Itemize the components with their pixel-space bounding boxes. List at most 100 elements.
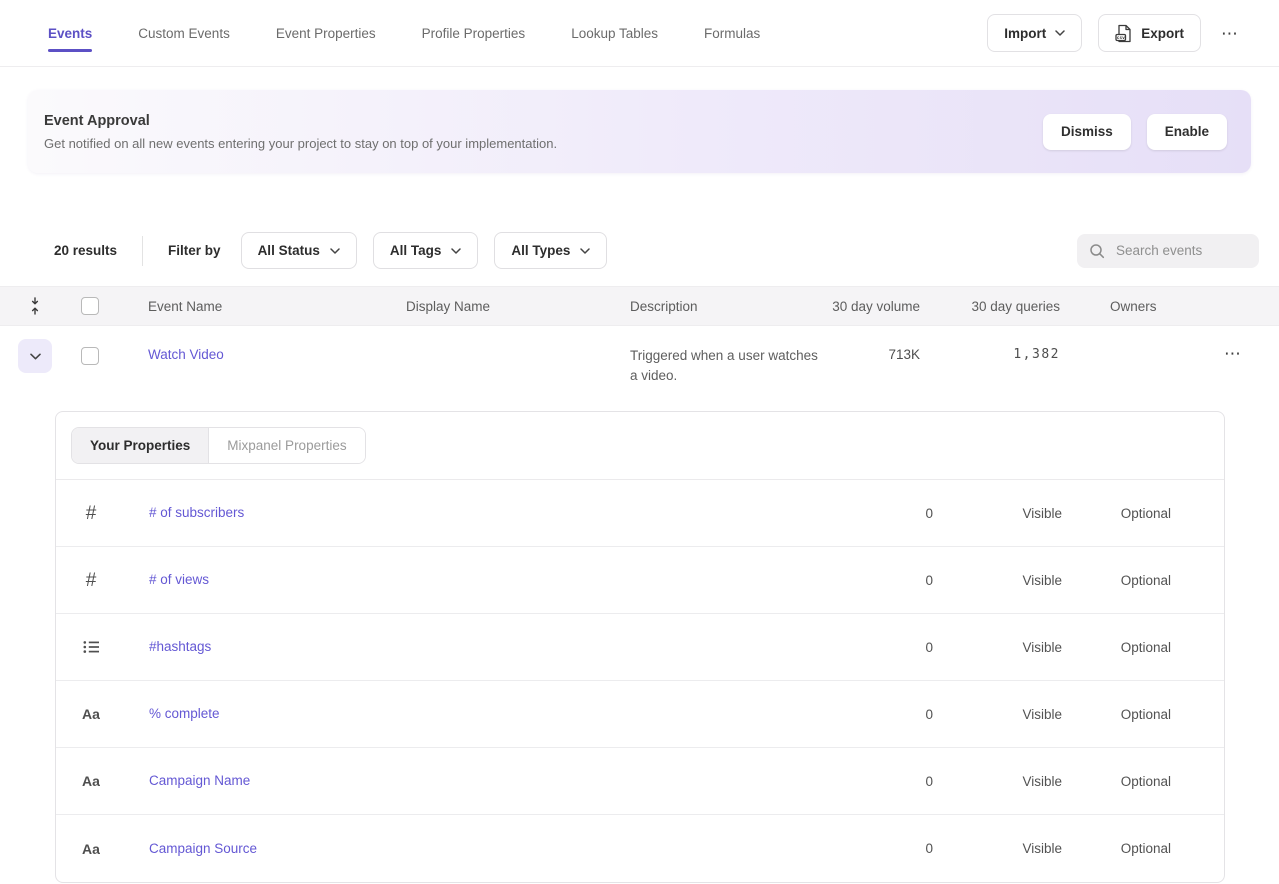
text-type-icon: Aa: [82, 707, 100, 721]
event-approval-banner: Event Approval Get notified on all new e…: [28, 90, 1251, 173]
text-type-icon: Aa: [82, 774, 100, 788]
select-all-cell: [70, 297, 110, 315]
property-name-cell: # of subscribers: [126, 504, 873, 522]
more-options-icon[interactable]: ⋯: [1217, 23, 1243, 44]
property-row: Aa Campaign Name 0 Visible Optional: [56, 748, 1224, 815]
property-name-link[interactable]: #hashtags: [149, 639, 211, 654]
property-value: 0: [873, 640, 933, 655]
banner-actions: Dismiss Enable: [1043, 114, 1227, 150]
number-type-icon: #: [86, 571, 97, 590]
event-row-watch-video: Watch Video Triggered when a user watche…: [0, 326, 1279, 396]
topbar-actions: Import csv Export ⋯: [987, 14, 1243, 52]
description-cell: Triggered when a user watches a video.: [630, 339, 820, 386]
chevron-down-icon: [580, 248, 590, 254]
search-icon: [1089, 243, 1105, 259]
banner-text: Event Approval Get notified on all new e…: [44, 113, 557, 151]
dismiss-button[interactable]: Dismiss: [1043, 114, 1131, 150]
property-name-cell: #hashtags: [126, 638, 873, 656]
property-name-link[interactable]: Campaign Source: [149, 841, 257, 856]
property-type-cell: #: [56, 504, 126, 523]
tab-lookup-tables[interactable]: Lookup Tables: [571, 0, 658, 66]
tab-event-properties-label: Event Properties: [276, 26, 376, 41]
import-button-label: Import: [1004, 26, 1046, 41]
search-events-input[interactable]: [1114, 242, 1247, 259]
property-name-cell: Campaign Name: [126, 772, 873, 790]
tab-event-properties[interactable]: Event Properties: [276, 0, 376, 66]
property-name-cell: % complete: [126, 705, 873, 723]
collapse-row-button[interactable]: [18, 339, 52, 373]
property-type-cell: #: [56, 571, 126, 590]
top-navigation: Events Custom Events Event Properties Pr…: [0, 0, 1279, 67]
lexicon-tabs: Events Custom Events Event Properties Pr…: [48, 0, 760, 66]
property-visibility: Visible: [933, 506, 1062, 521]
csv-file-icon: csv: [1115, 24, 1132, 43]
column-header-owners: Owners: [1110, 299, 1220, 314]
row-more-options-icon[interactable]: ⋯: [1220, 343, 1246, 364]
property-type-cell: [56, 640, 126, 654]
filter-by-label: Filter by: [168, 243, 221, 258]
event-name-link[interactable]: Watch Video: [148, 347, 224, 362]
property-requirement: Optional: [1062, 841, 1171, 856]
collapse-all-cell: [0, 297, 70, 315]
divider: [142, 236, 143, 266]
property-type-cell: Aa: [56, 707, 126, 721]
text-type-icon: Aa: [82, 842, 100, 856]
tab-formulas[interactable]: Formulas: [704, 0, 760, 66]
collapse-all-icon[interactable]: [29, 297, 41, 315]
property-visibility: Visible: [933, 774, 1062, 789]
property-row: #hashtags 0 Visible Optional: [56, 614, 1224, 681]
column-header-queries: 30 day queries: [920, 299, 1060, 314]
select-all-checkbox[interactable]: [81, 297, 99, 315]
column-header-volume: 30 day volume: [820, 299, 920, 314]
status-filter-label: All Status: [258, 243, 320, 258]
property-value: 0: [873, 707, 933, 722]
tab-your-properties[interactable]: Your Properties: [72, 428, 209, 463]
tags-filter-label: All Tags: [390, 243, 442, 258]
event-name-cell: Watch Video: [148, 339, 406, 364]
property-visibility: Visible: [933, 573, 1062, 588]
queries-cell: 1,382: [920, 339, 1060, 362]
row-checkbox[interactable]: [81, 347, 99, 365]
row-select-cell: [70, 339, 110, 365]
property-name-cell: # of views: [126, 571, 873, 589]
chevron-down-icon: [30, 353, 41, 360]
property-name-link[interactable]: # of subscribers: [149, 505, 244, 520]
import-button[interactable]: Import: [987, 14, 1082, 52]
events-table-header: Event Name Display Name Description 30 d…: [0, 286, 1279, 326]
search-events-box[interactable]: [1077, 234, 1259, 268]
export-button[interactable]: csv Export: [1098, 14, 1201, 52]
property-row: # # of views 0 Visible Optional: [56, 547, 1224, 614]
types-filter-dropdown[interactable]: All Types: [494, 232, 607, 269]
banner-title: Event Approval: [44, 113, 557, 129]
queries-value: 1,382: [920, 347, 1060, 362]
property-requirement: Optional: [1062, 707, 1171, 722]
property-value: 0: [873, 774, 933, 789]
property-name-link[interactable]: # of views: [149, 572, 209, 587]
property-visibility: Visible: [933, 640, 1062, 655]
export-button-label: Export: [1141, 26, 1184, 41]
filter-bar: 20 results Filter by All Status All Tags…: [0, 232, 1279, 269]
property-row: Aa Campaign Source 0 Visible Optional: [56, 815, 1224, 882]
property-name-link[interactable]: % complete: [149, 706, 220, 721]
tab-formulas-label: Formulas: [704, 26, 760, 41]
volume-cell: 713K: [820, 339, 920, 362]
tab-custom-events-label: Custom Events: [138, 26, 230, 41]
tab-custom-events[interactable]: Custom Events: [138, 0, 230, 66]
tab-mixpanel-properties[interactable]: Mixpanel Properties: [209, 428, 364, 463]
tab-profile-properties-label: Profile Properties: [422, 26, 526, 41]
tab-events[interactable]: Events: [48, 0, 92, 66]
tab-profile-properties[interactable]: Profile Properties: [422, 0, 526, 66]
column-header-display-name: Display Name: [406, 299, 630, 314]
tags-filter-dropdown[interactable]: All Tags: [373, 232, 479, 269]
enable-button[interactable]: Enable: [1147, 114, 1227, 150]
property-requirement: Optional: [1062, 573, 1171, 588]
tab-lookup-tables-label: Lookup Tables: [571, 26, 658, 41]
column-header-event-name: Event Name: [148, 299, 406, 314]
status-filter-dropdown[interactable]: All Status: [241, 232, 357, 269]
property-name-link[interactable]: Campaign Name: [149, 773, 250, 788]
property-visibility: Visible: [933, 707, 1062, 722]
property-row: # # of subscribers 0 Visible Optional: [56, 480, 1224, 547]
property-value: 0: [873, 506, 933, 521]
types-filter-label: All Types: [511, 243, 570, 258]
chevron-down-icon: [1055, 30, 1065, 36]
